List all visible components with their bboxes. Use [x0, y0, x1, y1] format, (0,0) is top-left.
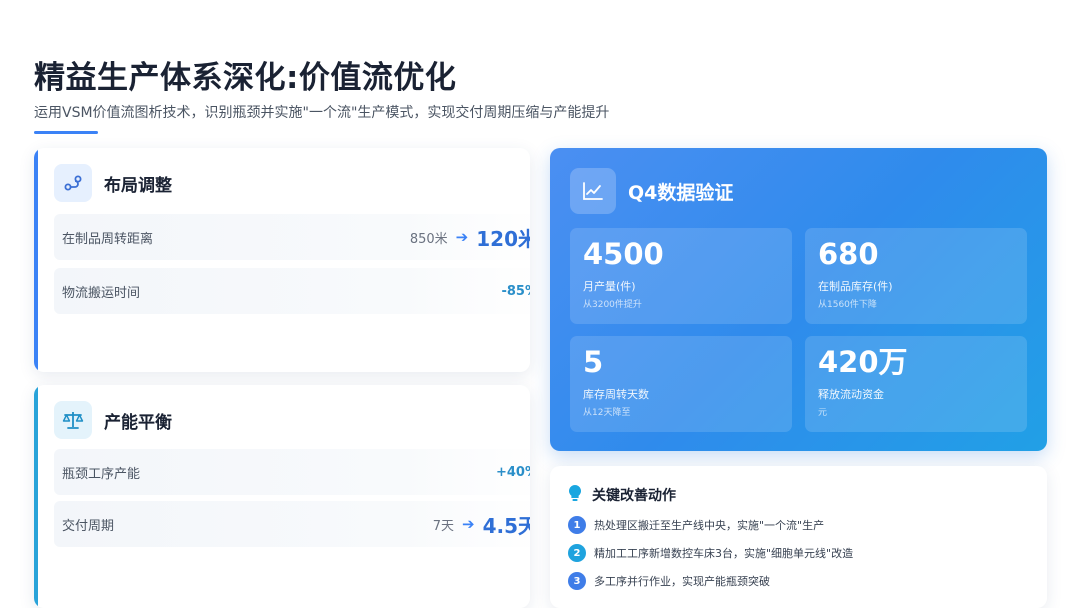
- layout-card-title: 布局调整: [104, 175, 172, 196]
- key-actions-header: 关键改善动作: [568, 484, 676, 506]
- page-subtitle: 运用VSM价值流图析技术，识别瓶颈并实施"一个流"生产模式，实现交付周期压缩与产…: [34, 105, 610, 121]
- metric-new-value: 4.5天: [482, 513, 530, 538]
- action-item: 2 精加工工序新增数控车床3台，实施"细胞单元线"改造: [568, 544, 853, 562]
- action-item: 1 热处理区搬迁至生产线中央，实施"一个流"生产: [568, 516, 824, 534]
- capacity-card-header: 产能平衡: [54, 401, 172, 439]
- line-chart-icon: [570, 168, 616, 214]
- action-text: 多工序并行作业，实现产能瓶颈突破: [594, 575, 770, 588]
- card-accent-bar: [34, 385, 38, 608]
- stat-label: 释放流动资金: [818, 388, 884, 401]
- stat-note: 从1560件下降: [818, 300, 877, 310]
- layout-card: 布局调整 在制品周转距离 850米 ➔ 120米 物流搬运时间 -85%: [34, 148, 530, 372]
- key-actions-card: 关键改善动作 1 热处理区搬迁至生产线中央，实施"一个流"生产 2 精加工工序新…: [550, 466, 1047, 608]
- title-underline: [34, 131, 98, 134]
- metric-old-value: 850米: [409, 231, 448, 247]
- step-number-badge: 3: [568, 572, 586, 590]
- route-icon: [54, 164, 92, 202]
- metric-values: 7天 ➔ 4.5天: [433, 510, 530, 539]
- stat-label: 月产量(件): [583, 280, 636, 293]
- metric-change: +40%: [495, 464, 530, 480]
- q4-title: Q4数据验证: [628, 181, 734, 204]
- action-text: 精加工工序新增数控车床3台，实施"细胞单元线"改造: [594, 547, 854, 560]
- layout-card-header: 布局调整: [54, 164, 172, 202]
- lightbulb-icon: [568, 484, 582, 506]
- metric-label: 物流搬运时间: [62, 285, 141, 301]
- stat-value: 680: [818, 237, 879, 271]
- stat-value: 5: [583, 345, 604, 379]
- arrow-right-icon: ➔: [455, 228, 469, 246]
- metric-row-logistics-time: 物流搬运时间 -85%: [54, 268, 530, 314]
- metric-change: -85%: [501, 283, 530, 299]
- metric-label: 瓶颈工序产能: [62, 466, 141, 482]
- metric-row-wip-distance: 在制品周转距离 850米 ➔ 120米: [54, 214, 530, 260]
- card-accent-bar: [34, 148, 38, 372]
- q4-data-panel: Q4数据验证 4500 月产量(件) 从3200件提升 680 在制品库存(件)…: [550, 148, 1047, 451]
- q4-header: Q4数据验证: [570, 168, 733, 214]
- metric-old-value: 7天: [432, 518, 454, 534]
- stat-monthly-output: 4500 月产量(件) 从3200件提升: [570, 228, 792, 324]
- step-number-badge: 2: [568, 544, 586, 562]
- action-item: 3 多工序并行作业，实现产能瓶颈突破: [568, 572, 770, 590]
- action-text: 热处理区搬迁至生产线中央，实施"一个流"生产: [594, 519, 825, 532]
- arrow-right-icon: ➔: [461, 515, 475, 533]
- stat-note: 从3200件提升: [583, 300, 642, 310]
- step-number-badge: 1: [568, 516, 586, 534]
- metric-label: 交付周期: [62, 518, 115, 534]
- stat-value: 420万: [818, 345, 908, 379]
- metric-row-bottleneck-capacity: 瓶颈工序产能 +40%: [54, 449, 530, 495]
- capacity-card: 产能平衡 瓶颈工序产能 +40% 交付周期 7天 ➔ 4.5天: [34, 385, 530, 608]
- stat-value: 4500: [583, 237, 664, 271]
- stat-label: 库存周转天数: [583, 388, 649, 401]
- key-actions-title: 关键改善动作: [592, 488, 676, 504]
- page-title: 精益生产体系深化:价值流优化: [34, 60, 457, 96]
- metric-values: 850米 ➔ 120米: [410, 223, 530, 252]
- capacity-card-title: 产能平衡: [104, 412, 172, 433]
- metric-new-value: 120米: [476, 226, 530, 251]
- stat-wip-inventory: 680 在制品库存(件) 从1560件下降: [805, 228, 1027, 324]
- stat-label: 在制品库存(件): [818, 280, 893, 293]
- metric-row-delivery-cycle: 交付周期 7天 ➔ 4.5天: [54, 501, 530, 547]
- balance-scale-icon: [54, 401, 92, 439]
- stat-released-capital: 420万 释放流动资金 元: [805, 336, 1027, 432]
- stat-note: 从12天降至: [583, 408, 631, 418]
- stat-note: 元: [818, 408, 828, 418]
- stat-inventory-turnover: 5 库存周转天数 从12天降至: [570, 336, 792, 432]
- metric-label: 在制品周转距离: [62, 231, 154, 247]
